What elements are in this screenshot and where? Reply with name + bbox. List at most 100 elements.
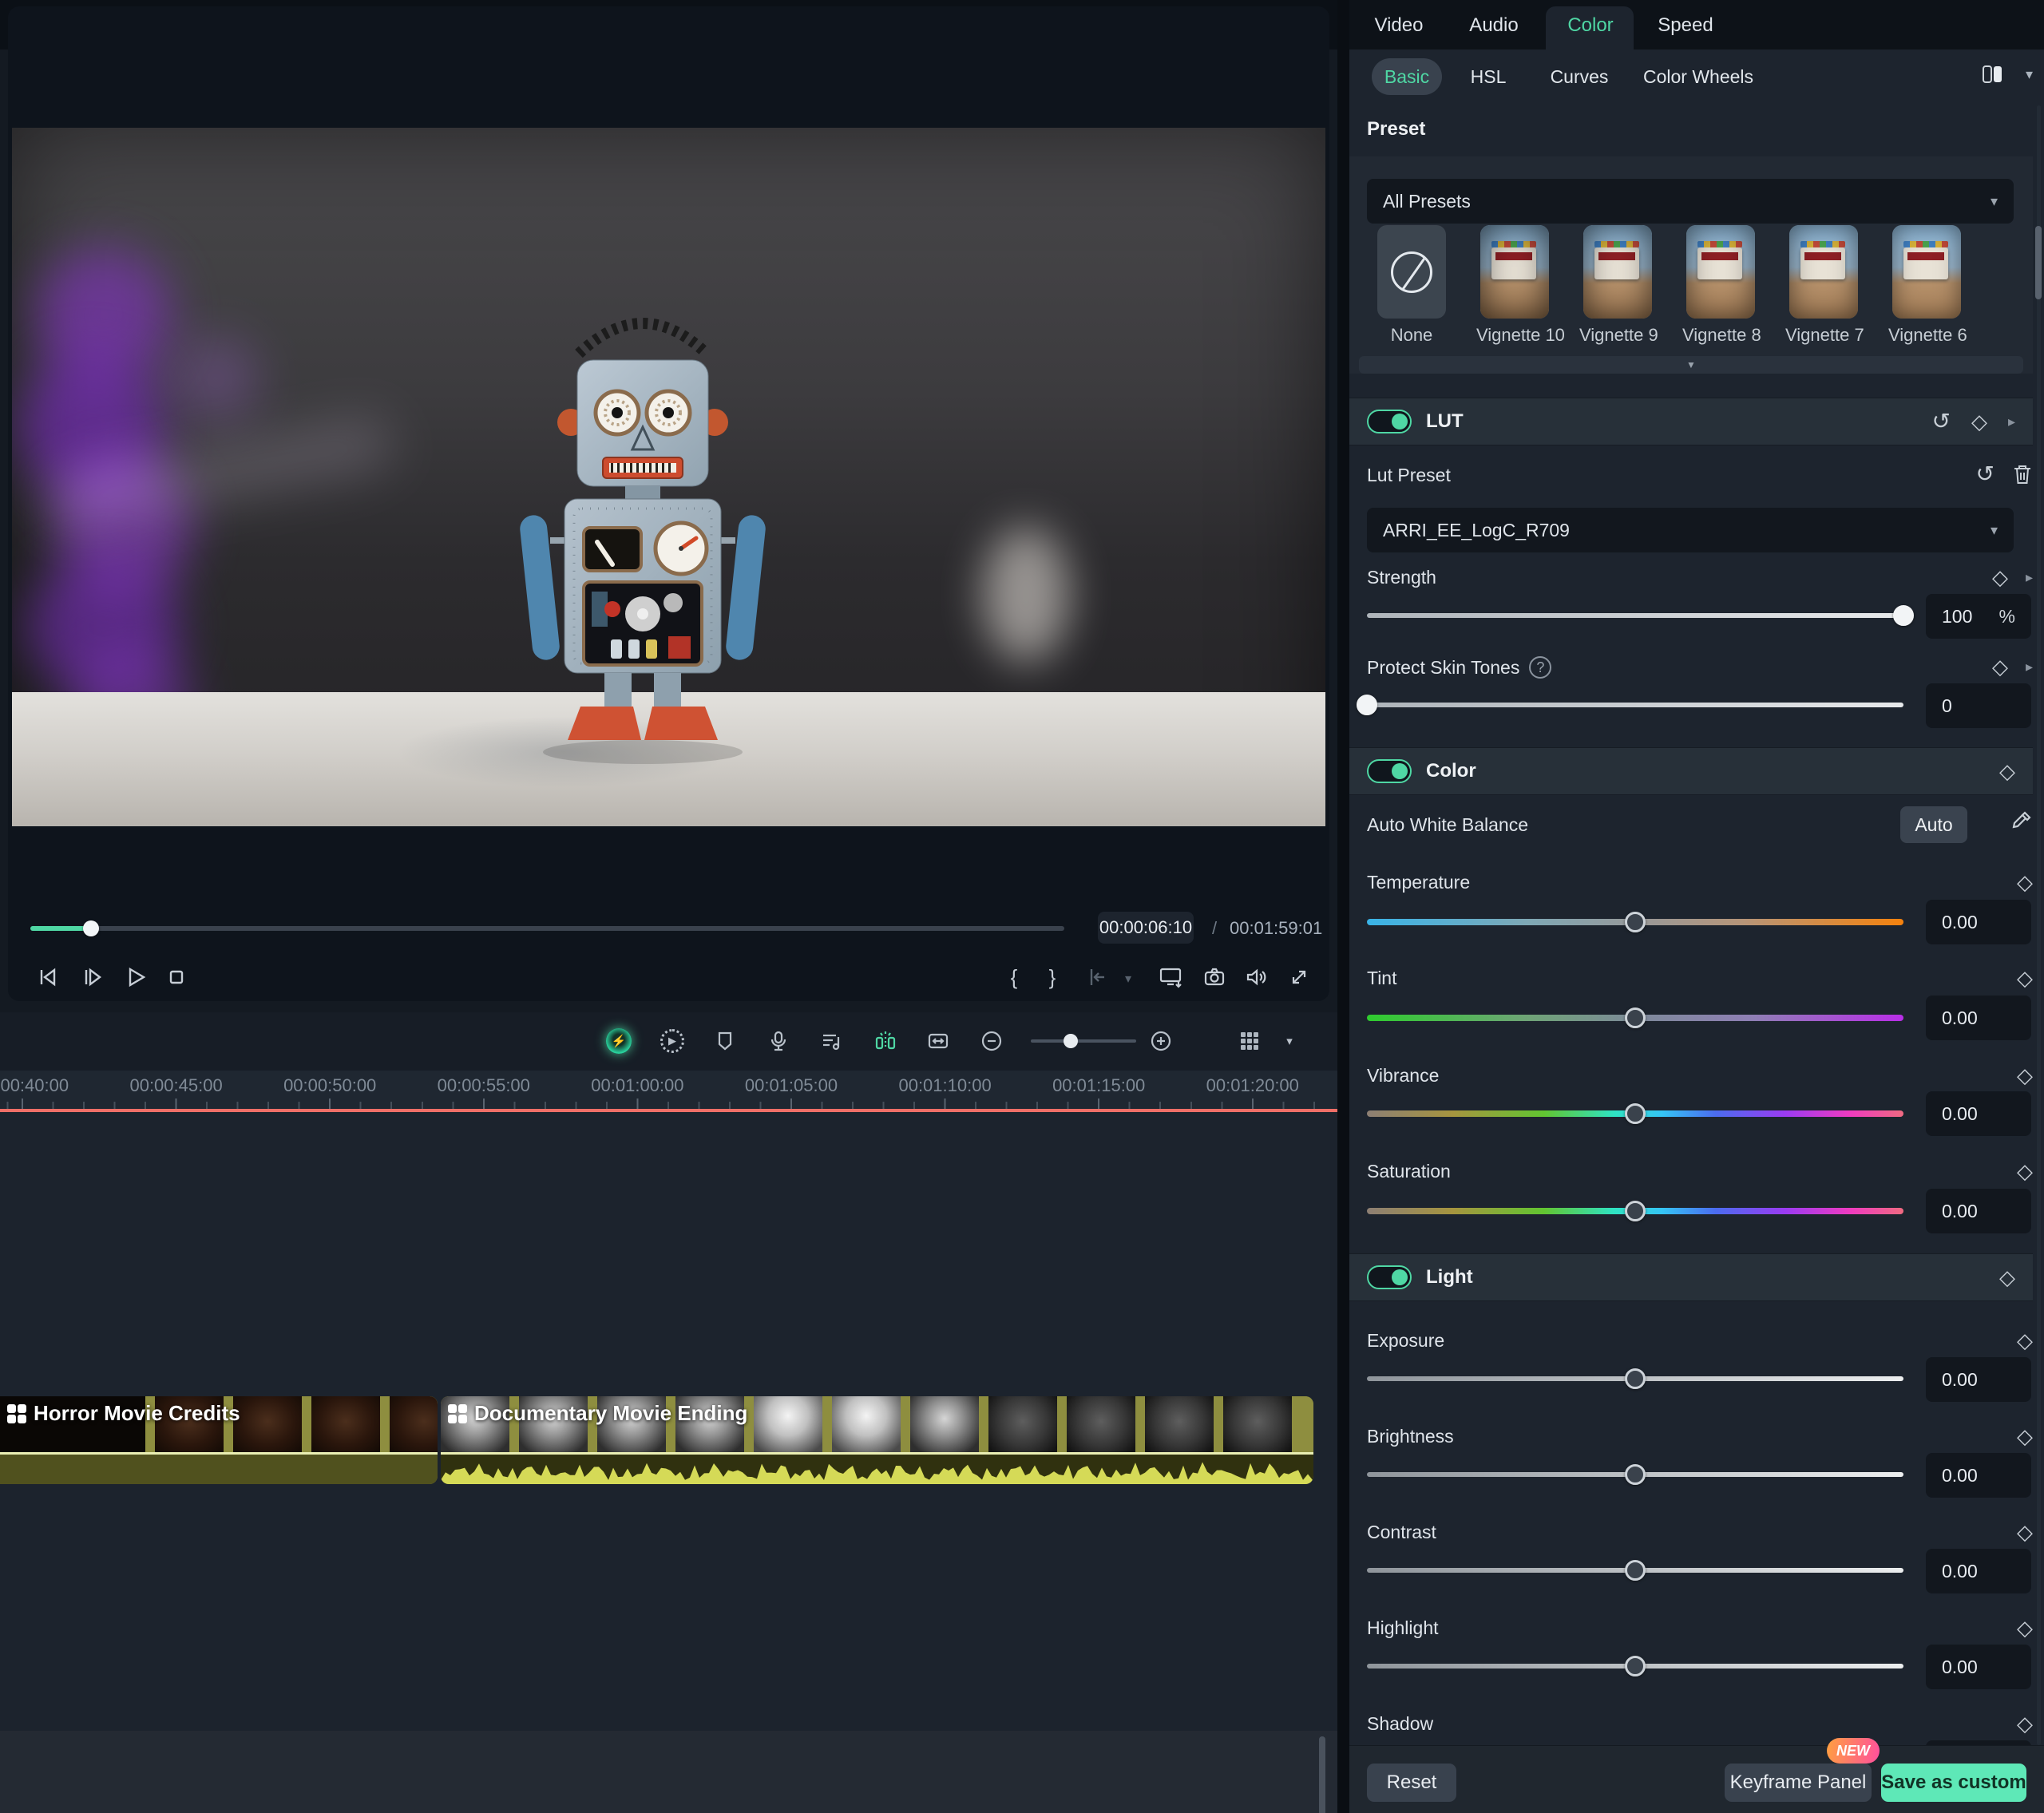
- brightness-slider-handle[interactable]: [1625, 1464, 1646, 1485]
- keyframe-icon[interactable]: ◇: [1992, 655, 2008, 679]
- keyframe-icon[interactable]: ◇: [2017, 1616, 2033, 1641]
- zoom-in-icon[interactable]: [1147, 1027, 1175, 1055]
- timeline-ruler[interactable]: 00:00:40:0000:00:45:0000:00:50:0000:00:5…: [0, 1071, 1337, 1109]
- saturation-value[interactable]: 0.00: [1926, 1189, 2031, 1233]
- stop-button[interactable]: [162, 963, 191, 992]
- compare-view-icon[interactable]: [1981, 64, 2005, 85]
- strength-slider[interactable]: [1367, 613, 1903, 618]
- keyframe-expand-icon[interactable]: ▸: [2026, 659, 2033, 675]
- fullscreen-icon[interactable]: [1285, 963, 1313, 992]
- temperature-value[interactable]: 0.00: [1926, 900, 2031, 944]
- timeline-zoom-slider[interactable]: [1031, 1039, 1136, 1043]
- exposure-slider[interactable]: [1367, 1376, 1903, 1381]
- preset-item-vignette-8[interactable]: Vignette 8: [1682, 225, 1759, 346]
- mark-in-icon[interactable]: {: [1000, 963, 1028, 992]
- brightness-slider[interactable]: [1367, 1472, 1903, 1477]
- seek-handle[interactable]: [83, 920, 99, 936]
- next-frame-button[interactable]: [78, 963, 107, 992]
- keyframe-expand-icon[interactable]: ▸: [2026, 569, 2033, 586]
- audio-mixer-icon[interactable]: [818, 1027, 845, 1055]
- subtab-color-wheels[interactable]: Color Wheels: [1643, 66, 1753, 88]
- previous-frame-button[interactable]: [34, 963, 62, 992]
- volume-icon[interactable]: [1242, 963, 1270, 992]
- split-icon[interactable]: [872, 1027, 899, 1055]
- panel-scrollbar-track[interactable]: [2037, 105, 2041, 1745]
- brightness-value[interactable]: 0.00: [1926, 1453, 2031, 1498]
- fit-timeline-icon[interactable]: [925, 1027, 952, 1055]
- preset-expand-bar[interactable]: ▼: [1359, 356, 2023, 374]
- strength-slider-handle[interactable]: [1893, 605, 1914, 626]
- trash-icon[interactable]: [2012, 463, 2033, 485]
- protect-skin-tones-value[interactable]: 0: [1926, 683, 2031, 728]
- lut-preset-dropdown[interactable]: ARRI_EE_LogC_R709 ▾: [1367, 508, 2014, 552]
- preset-item-vignette-6[interactable]: Vignette 6: [1888, 225, 1965, 346]
- lut-keyframe-expand-icon[interactable]: ▸: [2008, 414, 2015, 430]
- protect-skin-tones-slider[interactable]: [1367, 703, 1903, 707]
- color-toggle[interactable]: [1367, 759, 1412, 783]
- help-icon[interactable]: ?: [1529, 656, 1551, 679]
- contrast-slider[interactable]: [1367, 1568, 1903, 1573]
- contrast-value[interactable]: 0.00: [1926, 1549, 2031, 1593]
- tab-video[interactable]: Video: [1375, 14, 1424, 37]
- seek-bar[interactable]: [30, 926, 1064, 931]
- preset-item-vignette-9[interactable]: Vignette 9: [1579, 225, 1656, 346]
- lut-reset-icon[interactable]: ↺: [1931, 410, 1950, 433]
- panel-scrollbar-thumb[interactable]: [2035, 226, 2042, 299]
- color-keyframe-icon[interactable]: ◇: [1999, 759, 2015, 784]
- keyframe-icon[interactable]: ◇: [1992, 565, 2008, 590]
- saturation-slider-handle[interactable]: [1625, 1201, 1646, 1221]
- light-keyframe-icon[interactable]: ◇: [1999, 1265, 2015, 1290]
- highlight-value[interactable]: 0.00: [1926, 1645, 2031, 1689]
- strength-value[interactable]: 100%: [1926, 594, 2031, 639]
- lut-toggle[interactable]: [1367, 410, 1412, 433]
- voiceover-mic-icon[interactable]: [765, 1027, 792, 1055]
- keyframe-icon[interactable]: ◇: [2017, 870, 2033, 895]
- collapse-chevron-icon[interactable]: ▾: [2026, 66, 2033, 83]
- vibrance-slider-handle[interactable]: [1625, 1103, 1646, 1124]
- timeline-clip[interactable]: Documentary Movie Ending: [441, 1396, 1313, 1484]
- preset-filter-dropdown[interactable]: All Presets ▾: [1367, 179, 2014, 224]
- lut-preset-reset-icon[interactable]: ↺: [1976, 463, 1994, 485]
- keyframe-icon[interactable]: ◇: [2017, 966, 2033, 991]
- tab-color[interactable]: Color: [1567, 14, 1613, 37]
- contrast-slider-handle[interactable]: [1625, 1560, 1646, 1581]
- trim-icon[interactable]: [1082, 963, 1111, 992]
- reset-button[interactable]: Reset: [1367, 1764, 1456, 1802]
- preset-item-vignette-10[interactable]: Vignette 10: [1476, 225, 1553, 346]
- ai-tools-icon[interactable]: ⚡: [605, 1027, 632, 1055]
- snapshot-camera-icon[interactable]: [1200, 963, 1229, 992]
- preset-item-none[interactable]: None: [1373, 225, 1450, 346]
- tint-slider[interactable]: [1367, 1015, 1903, 1021]
- preset-item-vignette-7[interactable]: Vignette 7: [1785, 225, 1862, 346]
- vibrance-slider[interactable]: [1367, 1110, 1903, 1117]
- subtab-curves[interactable]: Curves: [1551, 66, 1609, 88]
- tab-speed[interactable]: Speed: [1658, 14, 1713, 37]
- protect-skin-tones-slider-handle[interactable]: [1357, 695, 1377, 715]
- display-device-icon[interactable]: [1156, 963, 1185, 992]
- track-manager-icon[interactable]: [1236, 1027, 1263, 1055]
- subtab-hsl[interactable]: HSL: [1471, 66, 1507, 88]
- exposure-slider-handle[interactable]: [1625, 1368, 1646, 1389]
- video-preview[interactable]: [12, 128, 1325, 826]
- tab-audio[interactable]: Audio: [1469, 14, 1518, 37]
- tint-value[interactable]: 0.00: [1926, 996, 2031, 1040]
- render-preview-icon[interactable]: ▶: [659, 1027, 686, 1055]
- keyframe-icon[interactable]: ◇: [2017, 1063, 2033, 1088]
- temperature-slider[interactable]: [1367, 919, 1903, 925]
- keyframe-icon[interactable]: ◇: [2017, 1159, 2033, 1184]
- light-toggle[interactable]: [1367, 1265, 1412, 1289]
- highlight-slider[interactable]: [1367, 1664, 1903, 1669]
- save-as-custom-button[interactable]: Save as custom: [1881, 1764, 2026, 1802]
- keyframe-icon[interactable]: ◇: [2017, 1712, 2033, 1736]
- highlight-slider-handle[interactable]: [1625, 1656, 1646, 1676]
- keyframe-panel-button[interactable]: Keyframe Panel: [1725, 1764, 1872, 1802]
- zoom-out-icon[interactable]: [978, 1027, 1005, 1055]
- mark-out-icon[interactable]: }: [1038, 963, 1067, 992]
- play-button[interactable]: [121, 963, 149, 992]
- subtab-basic[interactable]: Basic: [1372, 58, 1442, 95]
- zoom-slider-handle[interactable]: [1064, 1034, 1078, 1048]
- keyframe-icon[interactable]: ◇: [2017, 1328, 2033, 1353]
- timeline-clip[interactable]: Horror Movie Credits: [0, 1396, 438, 1484]
- track-manager-chevron-icon[interactable]: ▾: [1276, 1027, 1303, 1055]
- trim-chevron-icon[interactable]: ▾: [1114, 964, 1143, 993]
